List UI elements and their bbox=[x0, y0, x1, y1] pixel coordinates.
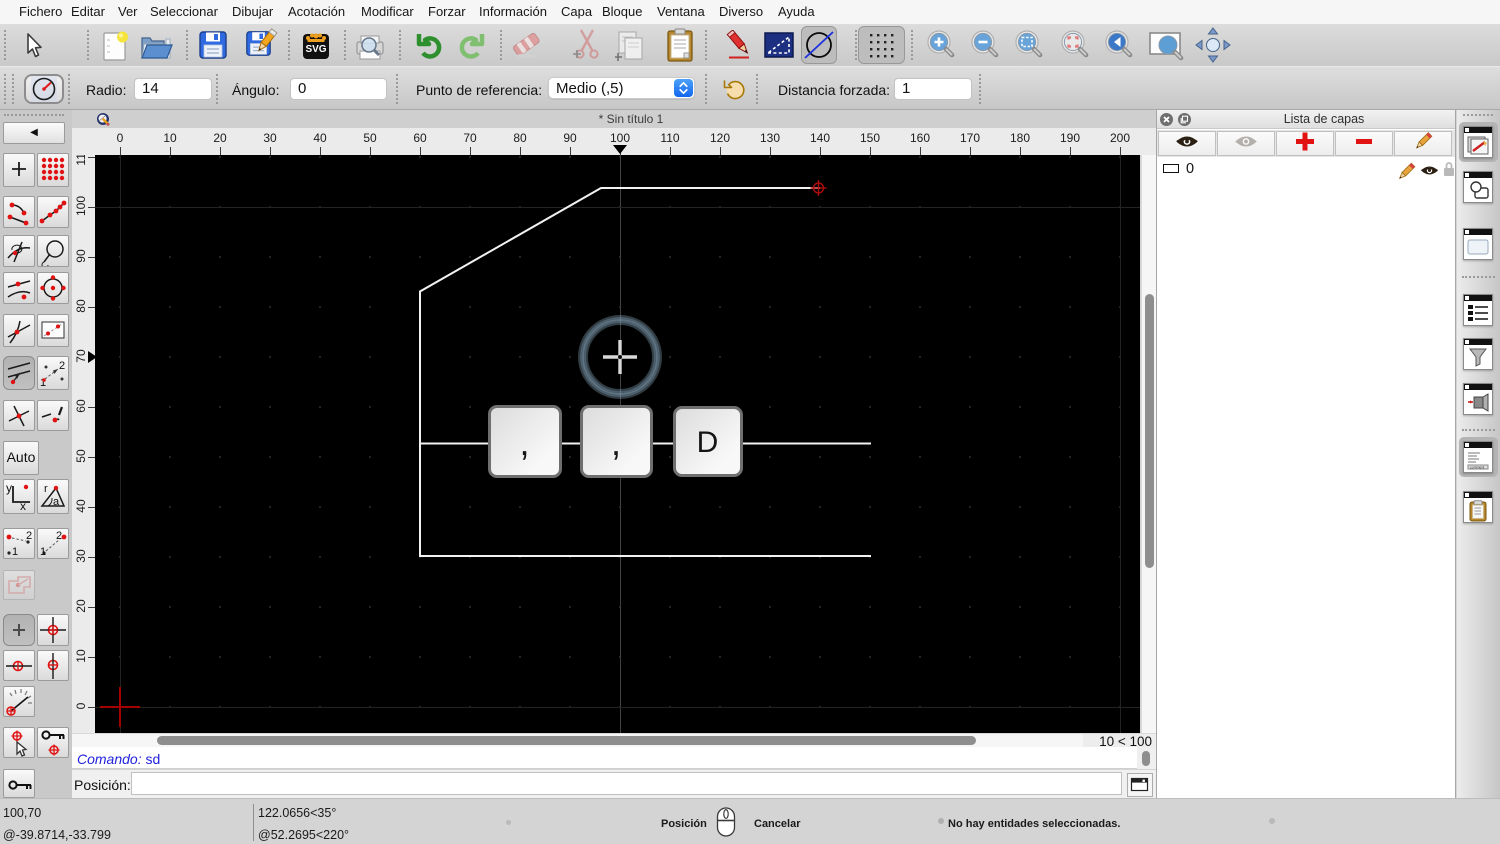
svg-text:2: 2 bbox=[26, 530, 32, 542]
svg-text:2: 2 bbox=[56, 530, 62, 542]
svg-text:x: x bbox=[20, 499, 26, 510]
svg-text:2: 2 bbox=[59, 360, 65, 372]
svg-text:comment: comment bbox=[1470, 466, 1484, 470]
svg-text:a: a bbox=[53, 496, 60, 508]
svg-text:y: y bbox=[6, 481, 12, 495]
svg-text:SVG: SVG bbox=[305, 44, 326, 55]
svg-text:1: 1 bbox=[12, 546, 18, 558]
svg-text:r: r bbox=[44, 483, 48, 495]
svg-text:1: 1 bbox=[40, 546, 46, 558]
